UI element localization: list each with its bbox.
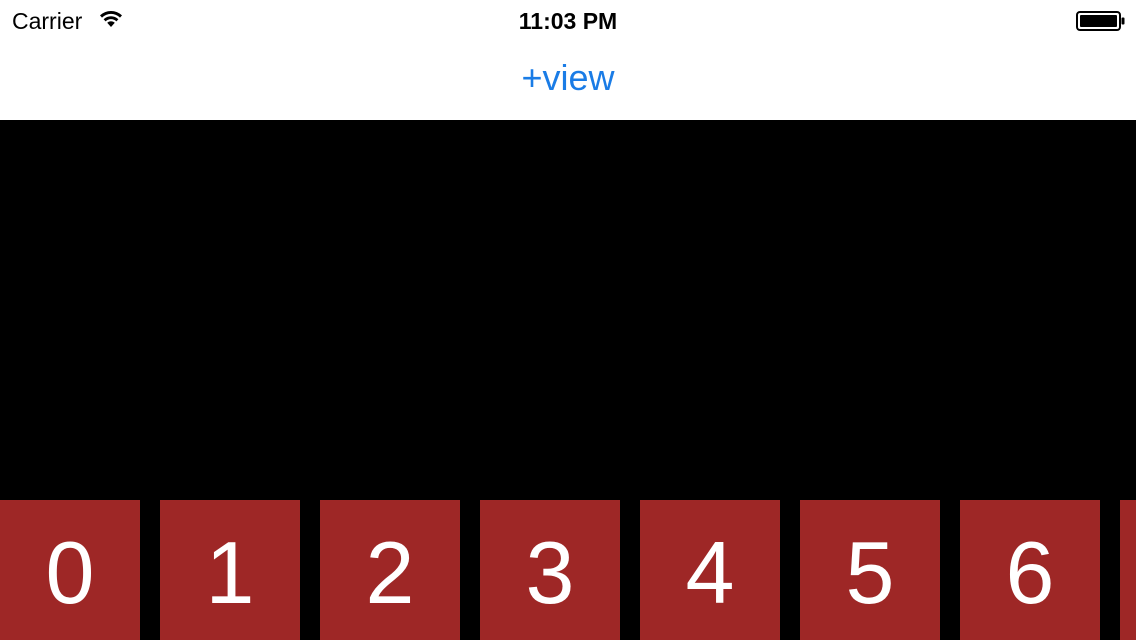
status-bar: Carrier 11:03 PM (0, 0, 1136, 40)
add-view-button-row: +view (0, 56, 1136, 100)
tile-0[interactable]: 0 (0, 500, 140, 640)
tile-7-partial[interactable] (1120, 500, 1136, 640)
tile-6[interactable]: 6 (960, 500, 1100, 640)
tile-strip[interactable]: 0 1 2 3 4 5 6 (0, 500, 1136, 640)
add-view-button[interactable]: +view (521, 56, 614, 100)
tile-3[interactable]: 3 (480, 500, 620, 640)
tile-2[interactable]: 2 (320, 500, 460, 640)
status-time: 11:03 PM (518, 8, 618, 34)
header: Carrier 11:03 PM +view (0, 0, 1136, 120)
tile-5[interactable]: 5 (800, 500, 940, 640)
main-content: 0 1 2 3 4 5 6 (0, 120, 1136, 640)
tile-1[interactable]: 1 (160, 500, 300, 640)
nav-bar: +view (0, 40, 1136, 120)
tile-4[interactable]: 4 (640, 500, 780, 640)
battery-full-icon (1076, 11, 1126, 31)
